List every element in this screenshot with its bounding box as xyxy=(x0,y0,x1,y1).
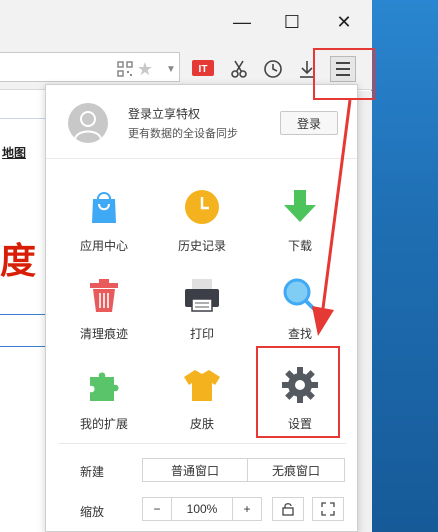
new-normal-window-button[interactable]: 普通窗口 xyxy=(142,458,248,482)
maximize-button[interactable]: ☐ xyxy=(272,8,312,36)
menu-bar-line xyxy=(336,74,350,76)
menu-item-history[interactable]: 历史记录 xyxy=(160,179,244,259)
menu-item-find[interactable]: 查找 xyxy=(258,267,342,347)
login-button[interactable]: 登录 xyxy=(280,111,338,135)
fullscreen-icon xyxy=(321,502,335,516)
puzzle-icon xyxy=(84,365,124,405)
zoom-label: 缩放 xyxy=(80,505,105,519)
menu-item-print[interactable]: 打印 xyxy=(160,267,244,347)
fullscreen-button[interactable] xyxy=(312,497,344,521)
page-divider xyxy=(0,118,45,119)
zoom-in-button[interactable]: + xyxy=(232,497,262,521)
clock-icon[interactable] xyxy=(260,56,286,82)
shirt-icon xyxy=(182,365,222,405)
close-button[interactable]: ✕ xyxy=(324,8,364,36)
zoom-out-button[interactable]: − xyxy=(142,497,172,521)
login-subtitle: 更有数据的全设备同步 xyxy=(128,128,238,140)
minimize-button[interactable]: — xyxy=(222,8,262,36)
trash-icon xyxy=(84,275,124,315)
menu-item-label: 我的扩展 xyxy=(79,417,128,431)
download-icon xyxy=(280,187,320,227)
search-box-edge xyxy=(0,314,45,315)
menu-item-clear-traces[interactable]: 清理痕迹 xyxy=(62,267,146,347)
menu-item-label: 应用中心 xyxy=(79,239,128,253)
menu-item-label: 清理痕迹 xyxy=(79,327,128,341)
menu-button[interactable] xyxy=(330,56,356,82)
dropdown-arrow-icon[interactable]: ▼ xyxy=(158,56,184,82)
title-bar: — ☐ ✕ xyxy=(0,0,372,44)
search-box-edge xyxy=(0,346,45,347)
main-menu-popup: 登录立享特权 更有数据的全设备同步 登录 应用中心 历史记录 下载 清理痕迹 打… xyxy=(45,84,358,532)
menu-item-label: 设置 xyxy=(287,417,312,431)
logo-fragment: 度 xyxy=(0,241,37,282)
menu-item-extensions[interactable]: 我的扩展 xyxy=(62,357,146,437)
menu-item-download[interactable]: 下载 xyxy=(258,179,342,259)
svg-text:IT: IT xyxy=(199,64,208,75)
menu-item-skin[interactable]: 皮肤 xyxy=(160,357,244,437)
download-arrow-icon[interactable] xyxy=(294,56,320,82)
zoom-level: 100% xyxy=(171,497,233,521)
profile-section: 登录立享特权 更有数据的全设备同步 登录 xyxy=(46,85,357,159)
printer-icon xyxy=(182,275,222,315)
menu-bar-line xyxy=(336,62,350,64)
news-icon[interactable]: IT xyxy=(190,56,216,82)
map-link[interactable]: 地图 xyxy=(2,144,26,161)
app-center-icon xyxy=(84,187,124,227)
menu-item-label: 打印 xyxy=(189,327,214,341)
search-icon xyxy=(280,275,320,315)
menu-item-label: 下载 xyxy=(287,239,312,253)
lock-icon xyxy=(282,503,294,516)
history-icon xyxy=(182,187,222,227)
lock-zoom-button[interactable] xyxy=(272,497,304,521)
star-icon[interactable]: ★ xyxy=(132,56,158,82)
menu-item-label: 历史记录 xyxy=(177,239,226,253)
menu-bar-line xyxy=(336,68,350,70)
avatar[interactable] xyxy=(68,103,108,143)
menu-item-app-center[interactable]: 应用中心 xyxy=(62,179,146,259)
menu-divider xyxy=(58,443,346,444)
login-title: 登录立享特权 xyxy=(128,107,201,121)
new-incognito-window-button[interactable]: 无痕窗口 xyxy=(247,458,345,482)
menu-item-settings[interactable]: 设置 xyxy=(258,357,342,437)
scrollbar[interactable] xyxy=(358,91,372,532)
scissors-icon[interactable] xyxy=(226,56,252,82)
new-window-label: 新建 xyxy=(80,465,105,479)
gear-icon xyxy=(280,365,320,405)
menu-item-label: 皮肤 xyxy=(189,417,214,431)
menu-item-label: 查找 xyxy=(287,327,312,341)
